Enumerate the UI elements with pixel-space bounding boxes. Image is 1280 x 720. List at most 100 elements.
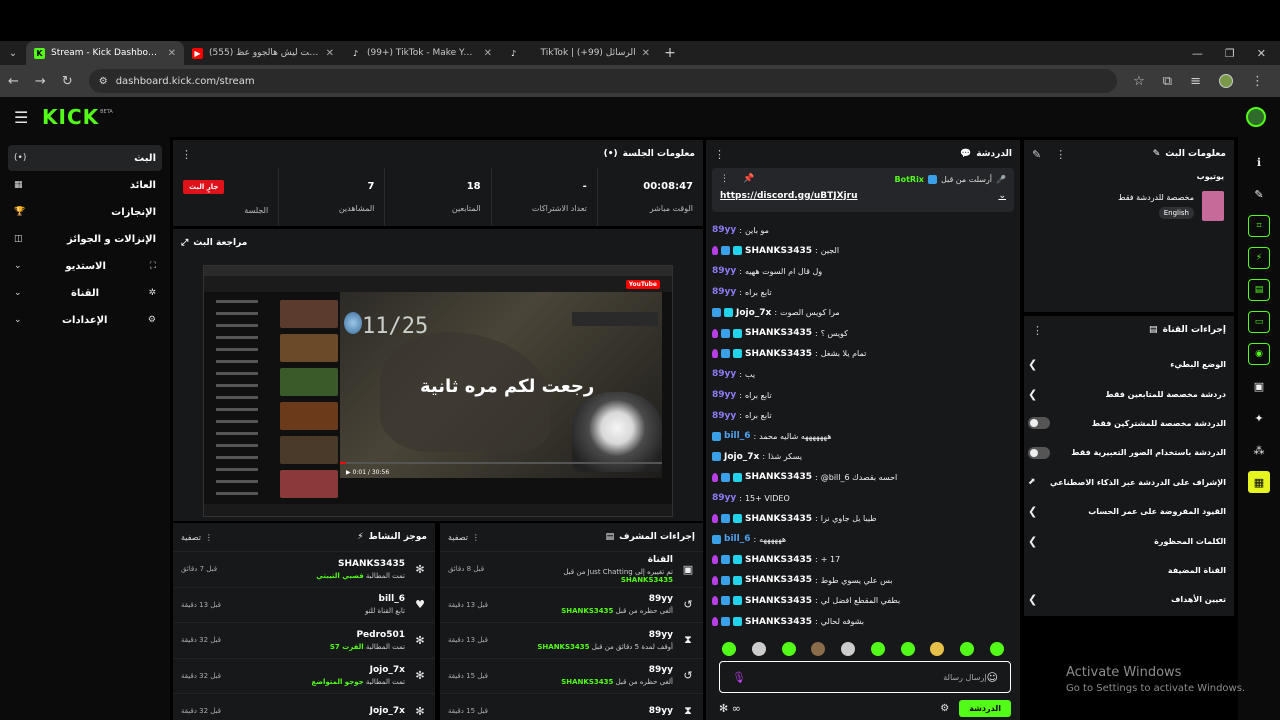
sidebar-item-stream[interactable]: البث (•)	[8, 145, 162, 171]
close-window-icon[interactable]: ✕	[1257, 47, 1266, 60]
sidebar-item-revenue[interactable]: العائد ▦	[8, 172, 162, 198]
url-field[interactable]: ⚙ dashboard.kick.com/stream	[88, 69, 1118, 93]
row-user[interactable]: 89yy	[518, 630, 673, 640]
sidebar-item-achievements[interactable]: الإنجازات 🏆	[8, 199, 162, 225]
profile-avatar[interactable]	[1219, 74, 1233, 88]
row-user[interactable]: 89yy	[518, 665, 673, 675]
more-options-icon[interactable]: ⋮	[1055, 148, 1066, 161]
close-icon[interactable]: ✕	[642, 48, 650, 59]
stream-preview-video[interactable]: YouTube 11/25 رجعت لكم مره ثانية ▶ 0:01 …	[203, 265, 673, 517]
emote-icon[interactable]	[870, 642, 885, 656]
row-user[interactable]: القناة	[518, 555, 673, 565]
action-ai-moderation[interactable]: الإشراف على الدردشة عبر الذكاء الاصطناعي…	[1024, 468, 1234, 497]
action-set-goals[interactable]: تعيين الأهداف ❯	[1024, 585, 1234, 614]
tab-search-icon[interactable]: ⌄	[0, 41, 26, 65]
row-user[interactable]: Jojo_7x	[251, 665, 405, 675]
document-icon[interactable]: ▤	[1248, 279, 1270, 301]
browser-tab-tiktok-messages[interactable]: ♪ TikTok | الرسائل (99+) ✕	[500, 41, 658, 65]
emote-icon[interactable]	[722, 642, 736, 656]
chat-username[interactable]: Jojo_7x	[736, 308, 771, 318]
chat-username[interactable]: SHANKS3435	[745, 514, 812, 524]
menu-icon[interactable]: ☰	[14, 108, 36, 127]
lightning-icon[interactable]: ⚡	[1248, 247, 1270, 269]
emoji-icon[interactable]: ☺	[987, 671, 998, 684]
scan-icon[interactable]: ⌗	[1248, 215, 1270, 237]
chat-username[interactable]: 89yy	[712, 411, 736, 421]
chat-username[interactable]: 89yy	[712, 225, 736, 235]
action-host-channel[interactable]: القناة المضيفة	[1024, 556, 1234, 585]
more-options-icon[interactable]: ⋮	[181, 148, 192, 161]
browser-tab-youtube[interactable]: ▶ (555) عرفت ليش هالجوو عظ... ✕	[184, 41, 342, 65]
close-icon[interactable]: ✕	[168, 48, 176, 59]
sidebar-item-settings[interactable]: ⚙ الإعدادات ⌄	[8, 307, 162, 333]
reload-icon[interactable]: ↻	[62, 74, 73, 89]
row-user[interactable]: Jojo_7x	[251, 706, 405, 716]
action-followers-only[interactable]: دردشة مخصصة للمتابعين فقط ❯	[1024, 379, 1234, 408]
emote-icon[interactable]	[841, 642, 856, 656]
chat-username[interactable]: SHANKS3435	[745, 472, 812, 482]
pinned-link[interactable]: https://discord.gg/uBTJXjru	[720, 191, 857, 201]
extensions-icon[interactable]: ⧉	[1163, 74, 1172, 89]
chat-username[interactable]: SHANKS3435	[745, 246, 812, 256]
chat-tools-icon[interactable]: ∞ ✻	[719, 702, 741, 715]
chat-username[interactable]: 89yy	[712, 266, 736, 276]
broadcast-icon[interactable]: ◉	[1248, 343, 1270, 365]
filter-button[interactable]: ⋮ تصفية	[448, 533, 480, 542]
sidebar-item-channel[interactable]: ✲ القناة ⌄	[8, 280, 162, 306]
sidebar-item-drops[interactable]: الإنزالات و الجوائز ◫	[8, 226, 162, 252]
action-account-age[interactable]: القيود المفروضة على عمر الحساب ❯	[1024, 497, 1234, 526]
send-chat-button[interactable]: الدردشة	[959, 699, 1011, 717]
back-icon[interactable]: ←	[8, 74, 19, 89]
row-user[interactable]: Pedro501	[251, 630, 405, 640]
more-options-icon[interactable]: ⋮	[714, 148, 725, 161]
chat-username[interactable]: bill_6	[724, 534, 750, 544]
more-options-icon[interactable]: ⋮	[720, 174, 729, 184]
chat-username[interactable]: 89yy	[712, 369, 736, 379]
more-options-icon[interactable]: ⋮	[1032, 324, 1043, 337]
chat-username[interactable]: 89yy	[712, 287, 736, 297]
chat-username[interactable]: Jojo_7x	[724, 452, 759, 462]
pinned-user[interactable]: BotRix	[894, 175, 923, 184]
row-user[interactable]: 89yy	[518, 594, 673, 604]
action-banned-words[interactable]: الكلمات المحظورة ❯	[1024, 526, 1234, 555]
chevron-down-icon[interactable]: ⌄	[998, 191, 1006, 201]
row-user[interactable]: bill_6	[251, 594, 405, 604]
chat-username[interactable]: 89yy	[712, 493, 736, 503]
row-user[interactable]: 89yy	[518, 706, 673, 716]
forward-icon[interactable]: →	[35, 74, 46, 89]
info-icon[interactable]: ℹ	[1248, 151, 1270, 173]
filter-button[interactable]: ⋮ تصفية	[181, 533, 213, 542]
browser-menu-icon[interactable]: ⋮	[1251, 74, 1264, 89]
new-tab-button[interactable]: +	[658, 45, 682, 61]
chat-username[interactable]: SHANKS3435	[745, 617, 812, 627]
clipboard-icon[interactable]: ▣	[1248, 375, 1270, 397]
chat-username[interactable]: SHANKS3435	[745, 555, 812, 565]
clapperboard-icon[interactable]: ▦	[1248, 471, 1270, 493]
kick-logo[interactable]: KICK	[42, 105, 99, 129]
emote-icon[interactable]	[751, 642, 766, 656]
gear-icon[interactable]: ⚙	[940, 703, 949, 714]
user-avatar[interactable]	[1246, 107, 1266, 127]
maximize-icon[interactable]: ❐	[1225, 47, 1235, 60]
edit-icon[interactable]: ✎	[1032, 148, 1041, 161]
chat-username[interactable]: SHANKS3435	[745, 349, 812, 359]
close-icon[interactable]: ✕	[326, 48, 334, 59]
emote-icon[interactable]	[989, 642, 1004, 656]
minimize-icon[interactable]: —	[1192, 47, 1203, 60]
emote-only-toggle[interactable]	[1028, 446, 1050, 459]
microphone-icon[interactable]: 🎙	[732, 671, 746, 684]
sidebar-item-studio[interactable]: ⛶ الاستديو ⌄	[8, 253, 162, 279]
browser-tab-tiktok[interactable]: ♪ (99+) TikTok - Make Your Day ✕	[342, 41, 500, 65]
pinned-message[interactable]: 🎤 أرسلت من قبل BotRix 📌 ⋮ https://discor…	[712, 168, 1014, 212]
chat-input[interactable]: ☺ إرسال رسالة 🎙	[719, 661, 1011, 693]
pin-icon[interactable]: 📌	[743, 174, 754, 184]
edit-icon[interactable]: ✎	[1248, 183, 1270, 205]
chat-username[interactable]: bill_6	[724, 431, 750, 441]
emote-icon[interactable]	[900, 642, 915, 656]
bookmark-star-icon[interactable]: ☆	[1133, 74, 1145, 89]
media-icon[interactable]: ≡	[1190, 74, 1201, 89]
row-user[interactable]: SHANKS3435	[251, 559, 405, 569]
subscribers-only-toggle[interactable]	[1028, 417, 1050, 430]
emote-icon[interactable]	[811, 642, 826, 656]
emote-icon[interactable]	[930, 642, 945, 656]
